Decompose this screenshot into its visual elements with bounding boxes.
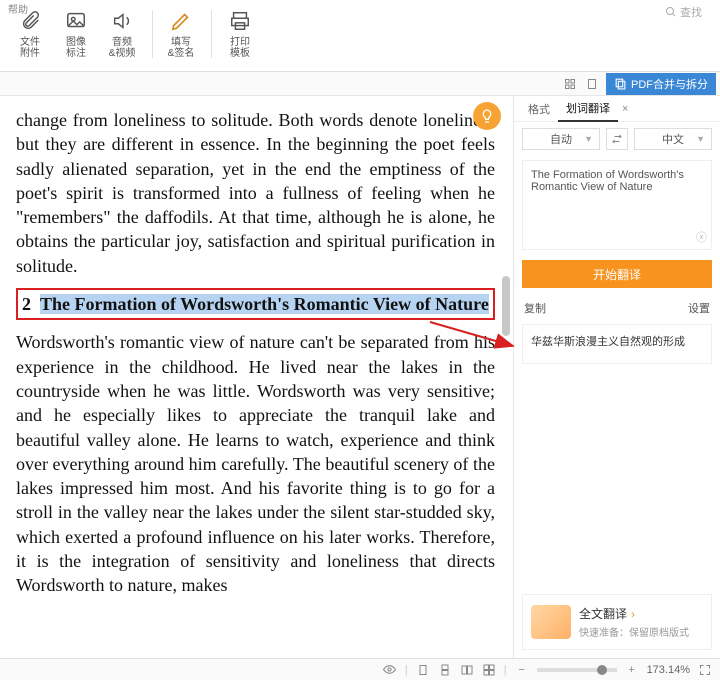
- file-attach-label: 文件 附件: [20, 37, 40, 59]
- copy-button[interactable]: 复制: [524, 300, 546, 316]
- continuous-page-icon[interactable]: [438, 663, 452, 677]
- audio-video-button[interactable]: 音频 &视频: [100, 4, 144, 62]
- heading-title: The Formation of Wordsworth's Romantic V…: [40, 294, 489, 314]
- chevron-down-icon: ▼: [696, 134, 705, 144]
- source-text: The Formation of Wordsworth's Romantic V…: [531, 169, 684, 193]
- zoom-slider-knob[interactable]: [597, 665, 607, 675]
- tab-format[interactable]: 格式: [520, 97, 558, 121]
- swap-languages-button[interactable]: [606, 128, 628, 150]
- page-content: change from loneliness to solitude. Both…: [16, 108, 495, 598]
- zoom-out-button[interactable]: −: [515, 663, 529, 677]
- lightbulb-tip-button[interactable]: [473, 102, 501, 130]
- translate-result-box[interactable]: 华兹华斯浪漫主义自然观的形成: [522, 324, 712, 364]
- single-page-icon[interactable]: [416, 663, 430, 677]
- scrollbar-thumb[interactable]: [502, 276, 510, 336]
- search-box[interactable]: 查找: [665, 4, 702, 20]
- main-area: change from loneliness to solitude. Both…: [0, 96, 720, 658]
- heading-number: 2: [22, 294, 31, 314]
- vertical-scrollbar[interactable]: [501, 96, 511, 658]
- paragraph: Wordsworth's romantic view of nature can…: [16, 330, 495, 597]
- ribbon-help-label[interactable]: 帮助: [8, 1, 28, 16]
- copy-icon: [614, 77, 627, 90]
- result-controls: 复制 设置: [514, 294, 720, 322]
- search-placeholder: 查找: [680, 4, 702, 20]
- result-text: 华兹华斯浪漫主义自然观的形成: [531, 336, 685, 348]
- zoom-slider[interactable]: [537, 668, 617, 672]
- search-icon: [665, 6, 677, 18]
- document-pane[interactable]: change from loneliness to solitude. Both…: [0, 96, 513, 658]
- print-template-button[interactable]: 打印 模板: [218, 4, 262, 62]
- source-lang-label: 自动: [550, 131, 572, 147]
- start-translate-button[interactable]: 开始翻译: [522, 260, 712, 288]
- full-translate-thumb-icon: [531, 605, 571, 639]
- print-template-label: 打印 模板: [230, 37, 250, 59]
- status-separator: |: [504, 664, 507, 676]
- ribbon-separator: [152, 10, 153, 58]
- eye-icon[interactable]: [383, 663, 397, 677]
- source-language-select[interactable]: 自动 ▼: [522, 128, 600, 150]
- settings-button[interactable]: 设置: [688, 300, 710, 316]
- audio-video-label: 音频 &视频: [109, 37, 136, 59]
- arrow-right-icon: ›: [631, 607, 635, 621]
- status-separator: |: [405, 664, 408, 676]
- audio-icon: [109, 8, 135, 34]
- lightbulb-icon: [479, 108, 495, 124]
- single-view-icon[interactable]: [584, 76, 600, 92]
- secondary-bar: PDF合并与拆分: [0, 72, 720, 96]
- language-row: 自动 ▼ 中文 ▼: [514, 122, 720, 156]
- printer-icon: [227, 8, 253, 34]
- image-icon: [63, 8, 89, 34]
- image-annot-label: 图像 标注: [66, 37, 86, 59]
- two-page-continuous-icon[interactable]: [482, 663, 496, 677]
- zoom-level[interactable]: 173.14%: [647, 664, 690, 676]
- close-icon[interactable]: ×: [622, 103, 628, 115]
- translate-panel: 格式 划词翻译 × 自动 ▼ 中文 ▼ The Formation of Wor…: [513, 96, 720, 658]
- fill-sign-label: 填写 &签名: [168, 37, 195, 59]
- merge-split-label: PDF合并与拆分: [631, 76, 708, 92]
- source-text-box[interactable]: The Formation of Wordsworth's Romantic V…: [522, 160, 712, 250]
- two-page-icon[interactable]: [460, 663, 474, 677]
- tab-translate[interactable]: 划词翻译: [558, 96, 618, 122]
- fullscreen-icon[interactable]: [698, 663, 712, 677]
- image-annotate-button[interactable]: 图像 标注: [54, 4, 98, 62]
- full-translate-title: 全文翻译: [579, 607, 627, 621]
- status-bar: | | − + 173.14%: [0, 658, 720, 680]
- ribbon-separator: [211, 10, 212, 58]
- target-language-select[interactable]: 中文 ▼: [634, 128, 712, 150]
- swap-icon: [611, 133, 623, 145]
- clear-icon[interactable]: ⓧ: [696, 229, 707, 245]
- ribbon-toolbar: 文件 附件 图像 标注 音频 &视频 填写 &签名 打印 模板: [0, 0, 720, 72]
- target-lang-label: 中文: [662, 131, 684, 147]
- top-right-tools: 查找: [665, 4, 702, 20]
- zoom-in-button[interactable]: +: [625, 663, 639, 677]
- selected-heading-box[interactable]: 2 The Formation of Wordsworth's Romantic…: [16, 288, 495, 320]
- full-translate-card[interactable]: 全文翻译 › 快速准备：保留原档版式: [522, 594, 712, 650]
- side-tabs: 格式 划词翻译 ×: [514, 96, 720, 122]
- full-translate-sub: 快速准备：保留原档版式: [579, 624, 689, 639]
- paragraph: change from loneliness to solitude. Both…: [16, 108, 495, 278]
- chevron-down-icon: ▼: [584, 134, 593, 144]
- thumbnail-view-icon[interactable]: [562, 76, 578, 92]
- pencil-icon: [168, 8, 194, 34]
- fill-sign-button[interactable]: 填写 &签名: [159, 4, 203, 62]
- pdf-merge-split-button[interactable]: PDF合并与拆分: [606, 73, 716, 95]
